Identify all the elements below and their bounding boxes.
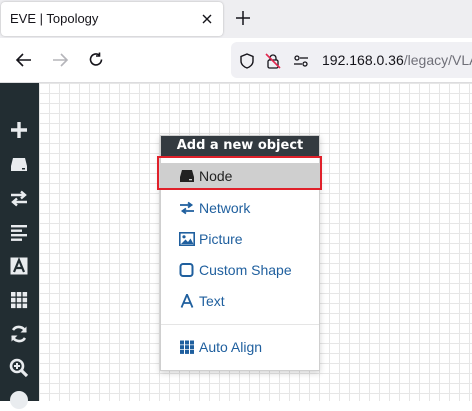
menu-item-network[interactable]: Network [161, 195, 319, 221]
info-icon[interactable] [8, 389, 30, 411]
menu-item-label: Picture [199, 231, 243, 247]
insecure-lock-icon[interactable] [264, 52, 282, 70]
plus-icon[interactable] [8, 119, 30, 141]
menu-item-picture[interactable]: Picture [161, 226, 319, 252]
menu-item-label: Network [199, 200, 251, 216]
tab-title: EVE | Topology [10, 11, 99, 26]
menu-item-label: Custom Shape [199, 262, 292, 278]
url-text[interactable]: 192.168.0.36/legacy/VLA [322, 52, 472, 68]
sidebar [0, 83, 39, 409]
menu-item-custom-shape[interactable]: Custom Shape [161, 257, 319, 283]
menu-item-label: Text [199, 293, 225, 309]
highlight-box [157, 156, 322, 190]
url-path: /legacy/VLA [403, 52, 472, 68]
grid-icon [180, 340, 194, 354]
network-icon[interactable] [8, 187, 30, 209]
address-bar[interactable]: 192.168.0.36/legacy/VLA [231, 42, 472, 78]
menu-item-auto-align[interactable]: Auto Align [161, 334, 319, 360]
node-icon[interactable] [8, 153, 30, 175]
reload-icon[interactable] [86, 50, 106, 70]
forward-arrow-icon[interactable] [50, 50, 70, 70]
back-arrow-icon[interactable] [14, 50, 34, 70]
shape-icon [179, 263, 194, 277]
permissions-icon[interactable] [292, 52, 310, 70]
menu-header: Add a new object [161, 136, 319, 156]
refresh-icon[interactable] [8, 323, 30, 345]
menu-divider [161, 324, 319, 325]
new-tab-icon[interactable] [233, 8, 253, 28]
text-icon [180, 294, 194, 308]
close-tab-icon[interactable] [198, 10, 216, 28]
menu-item-label: Auto Align [199, 339, 263, 355]
grid-icon[interactable] [8, 289, 30, 311]
picture-icon [179, 232, 195, 246]
align-left-icon[interactable] [8, 221, 30, 243]
browser-tab[interactable]: EVE | Topology [1, 2, 223, 36]
shield-icon[interactable] [238, 52, 256, 70]
menu-item-text[interactable]: Text [161, 288, 319, 314]
url-host: 192.168.0.36 [322, 52, 404, 68]
navigation-bar: 192.168.0.36/legacy/VLA [0, 38, 472, 83]
zoom-icon[interactable] [8, 357, 30, 379]
text-icon[interactable] [8, 255, 30, 277]
network-icon [180, 201, 194, 215]
tab-strip: EVE | Topology [0, 0, 472, 38]
